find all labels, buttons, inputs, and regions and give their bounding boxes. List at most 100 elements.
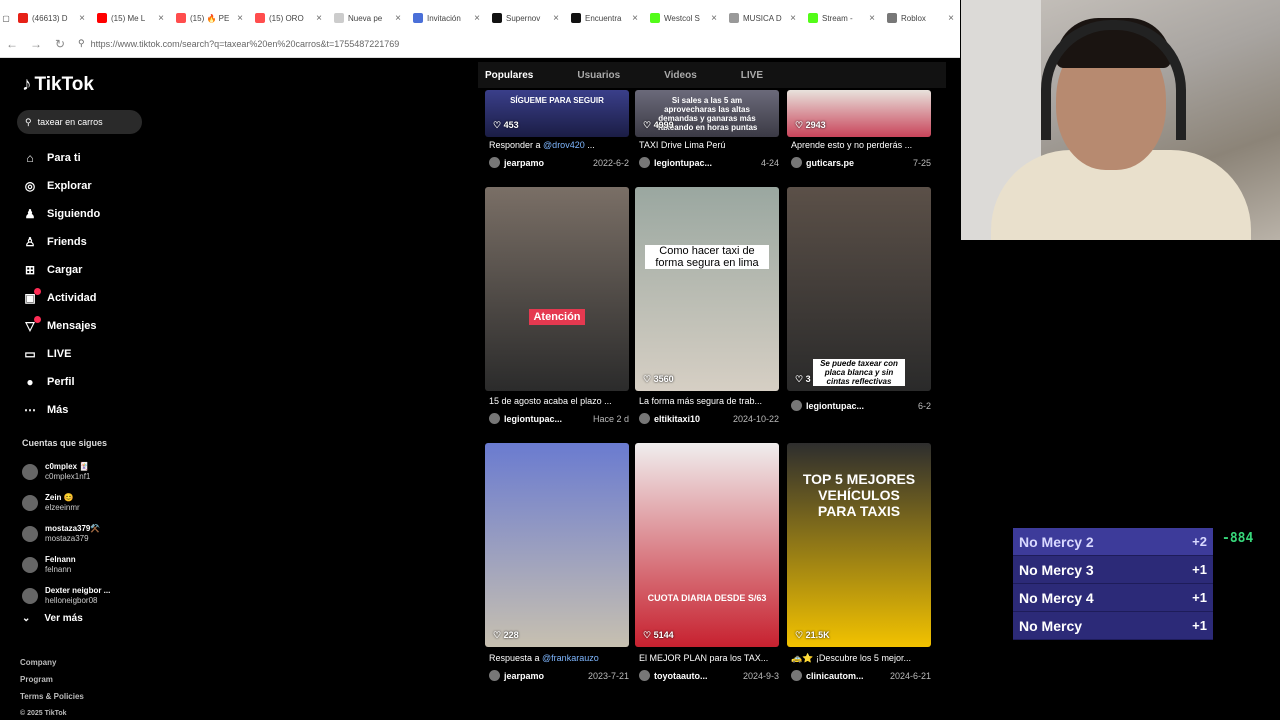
video-caption[interactable]: La forma más segura de trab...: [639, 396, 781, 406]
video-caption[interactable]: Respuesta a @frankarauzo: [489, 653, 631, 663]
browser-tab[interactable]: (46613) D ×: [12, 6, 91, 30]
tab-favicon-icon: [729, 13, 739, 23]
following-item[interactable]: mostaza379⚒️ mostaza379: [22, 518, 110, 549]
search-input[interactable]: ⚲ taxear en carros: [17, 110, 142, 134]
caption-mention[interactable]: @frankarauzo: [542, 653, 599, 663]
video-author[interactable]: legiontupac...: [791, 400, 864, 411]
video-thumbnail[interactable]: Atención: [485, 187, 629, 391]
video-caption[interactable]: Responder a @drov420 ...: [489, 140, 631, 150]
browser-tab[interactable]: Nueva pe ×: [328, 6, 407, 30]
following-item[interactable]: Dexter neigbor ... helloneigbor08: [22, 580, 110, 611]
tab-populares[interactable]: Populares: [478, 70, 540, 81]
sidebar-item-friends[interactable]: ♙ Friends: [22, 228, 100, 256]
video-thumbnail[interactable]: ♡ 228: [485, 443, 629, 647]
forward-icon[interactable]: →: [24, 37, 48, 51]
video-caption[interactable]: TAXI Drive Lima Perú: [639, 140, 781, 150]
sidebar-item-actividad[interactable]: ▣ Actividad: [22, 284, 100, 312]
video-author[interactable]: jearpamo: [489, 157, 544, 168]
video-likes: ♡ 3560: [643, 374, 674, 385]
browser-tab[interactable]: Invitación ×: [407, 6, 486, 30]
video-thumbnail[interactable]: ♡ 2943: [787, 90, 931, 137]
close-icon[interactable]: ×: [711, 13, 717, 24]
browser-tab[interactable]: Supernov ×: [486, 6, 565, 30]
close-icon[interactable]: ×: [948, 13, 954, 24]
following-handle: elzeeinmr: [45, 502, 80, 512]
reload-icon[interactable]: ↻: [48, 37, 72, 51]
sidebar-item-label: Más: [47, 404, 69, 416]
sidebar-item-live[interactable]: ▭ LIVE: [22, 340, 100, 368]
video-caption[interactable]: 🚕⭐ ¡Descubre los 5 mejor...: [791, 653, 933, 664]
video-thumbnail[interactable]: SÍGUEME PARA SEGUIR ♡ 453: [485, 90, 629, 137]
browser-tab[interactable]: (15) 🔥 PE ×: [170, 6, 249, 30]
footer-company-link[interactable]: Company: [20, 654, 84, 671]
following-item[interactable]: c0mplex 🃏 c0mplex1nf1: [22, 456, 110, 487]
browser-tab[interactable]: Encuentra ×: [565, 6, 644, 30]
video-author[interactable]: guticars.pe: [791, 157, 854, 168]
close-icon[interactable]: ×: [553, 13, 559, 24]
video-thumbnail[interactable]: CUOTA DIARIA DESDE S/63 ♡ 5144: [635, 443, 779, 647]
results-tabs: Populares Usuarios Videos LIVE: [478, 62, 946, 88]
following-names: c0mplex 🃏 c0mplex1nf1: [45, 462, 90, 482]
activity-icon: ▣: [22, 288, 41, 305]
caption-text: Respuesta a: [489, 653, 543, 663]
ver-mas-button[interactable]: ⌄ Ver más: [22, 613, 83, 624]
tab-usuarios[interactable]: Usuarios: [570, 70, 627, 81]
caption-text: El MEJOR PLAN para los TAX...: [639, 653, 769, 663]
browser-tab[interactable]: (15) ORO ×: [249, 6, 328, 30]
video-caption[interactable]: El MEJOR PLAN para los TAX...: [639, 653, 781, 663]
browser-tab[interactable]: Westcol S ×: [644, 6, 723, 30]
browser-tab[interactable]: Stream - ×: [802, 6, 881, 30]
close-icon[interactable]: ×: [316, 13, 322, 24]
browser-tab[interactable]: Roblox ×: [881, 6, 960, 30]
close-icon[interactable]: ×: [237, 13, 243, 24]
footer-terms-link[interactable]: Terms & Policies: [20, 688, 84, 705]
sidebar-item-más[interactable]: ⋯ Más: [22, 396, 100, 424]
video-thumbnail[interactable]: Si sales a las 5 am aprovecharas las alt…: [635, 90, 779, 137]
video-caption[interactable]: Aprende esto y no perderás ...: [791, 140, 933, 150]
close-icon[interactable]: ×: [790, 13, 796, 24]
tiktok-logo[interactable]: ♪ TikTok: [22, 74, 94, 96]
video-author[interactable]: legiontupac...: [639, 157, 712, 168]
close-icon[interactable]: ×: [79, 13, 85, 24]
sidebar-item-explorar[interactable]: ◎ Explorar: [22, 172, 100, 200]
tab-overview-button[interactable]: ▢: [0, 6, 12, 30]
tab-live[interactable]: LIVE: [734, 70, 770, 81]
caption-text: TAXI Drive Lima Perú: [639, 140, 726, 150]
close-icon[interactable]: ×: [395, 13, 401, 24]
browser-tab[interactable]: MUSICA D ×: [723, 6, 802, 30]
video-caption[interactable]: 15 de agosto acaba el plazo ...: [489, 396, 631, 406]
sidebar-item-siguiendo[interactable]: ♟ Siguiendo: [22, 200, 101, 228]
site-info-icon[interactable]: ⚲: [78, 38, 85, 49]
video-author[interactable]: legiontupac...: [489, 413, 562, 424]
following-item[interactable]: Felnann felnann: [22, 549, 110, 580]
likes-count: 2943: [805, 120, 826, 130]
url-field[interactable]: ⚲ https://www.tiktok.com/search?q=taxear…: [78, 38, 399, 49]
browser-tab[interactable]: (15) Me L ×: [91, 6, 170, 30]
video-likes: ♡ 453: [493, 120, 519, 131]
video-thumbnail[interactable]: Como hacer taxi de forma segura en lima ♡…: [635, 187, 779, 391]
tab-videos[interactable]: Videos: [657, 70, 704, 81]
close-icon[interactable]: ×: [869, 13, 875, 24]
close-icon[interactable]: ×: [158, 13, 164, 24]
video-thumbnail[interactable]: Se puede taxear con placa blanca y sin c…: [787, 187, 931, 391]
video-author[interactable]: toyotaauto...: [639, 670, 708, 681]
video-author[interactable]: eltikitaxi10: [639, 413, 700, 424]
sidebar-item-cargar[interactable]: ⊞ Cargar: [22, 256, 100, 284]
footer-program-link[interactable]: Program: [20, 671, 84, 688]
tab-favicon-icon: [176, 13, 186, 23]
back-icon[interactable]: ←: [0, 37, 24, 51]
heart-icon: ♡: [643, 120, 654, 130]
caption-mention[interactable]: @drov420: [543, 140, 585, 150]
notification-badge: [34, 288, 41, 295]
video-author[interactable]: jearpamo: [489, 670, 544, 681]
copyright: © 2025 TikTok: [20, 710, 67, 717]
close-icon[interactable]: ×: [474, 13, 480, 24]
close-icon[interactable]: ×: [632, 13, 638, 24]
sidebar-item-para-ti[interactable]: ⌂ Para ti: [22, 144, 100, 172]
video-author[interactable]: clinicautom...: [791, 670, 864, 681]
sidebar-item-perfil[interactable]: ● Perfil: [22, 368, 100, 396]
video-likes: ♡ 5144: [643, 630, 674, 641]
video-thumbnail[interactable]: TOP 5 MEJORES VEHÍCULOS PARA TAXIS ♡ 21.5…: [787, 443, 931, 647]
following-item[interactable]: Zein 😊 elzeeinmr: [22, 487, 110, 518]
sidebar-item-mensajes[interactable]: ▽ Mensajes: [22, 312, 100, 340]
